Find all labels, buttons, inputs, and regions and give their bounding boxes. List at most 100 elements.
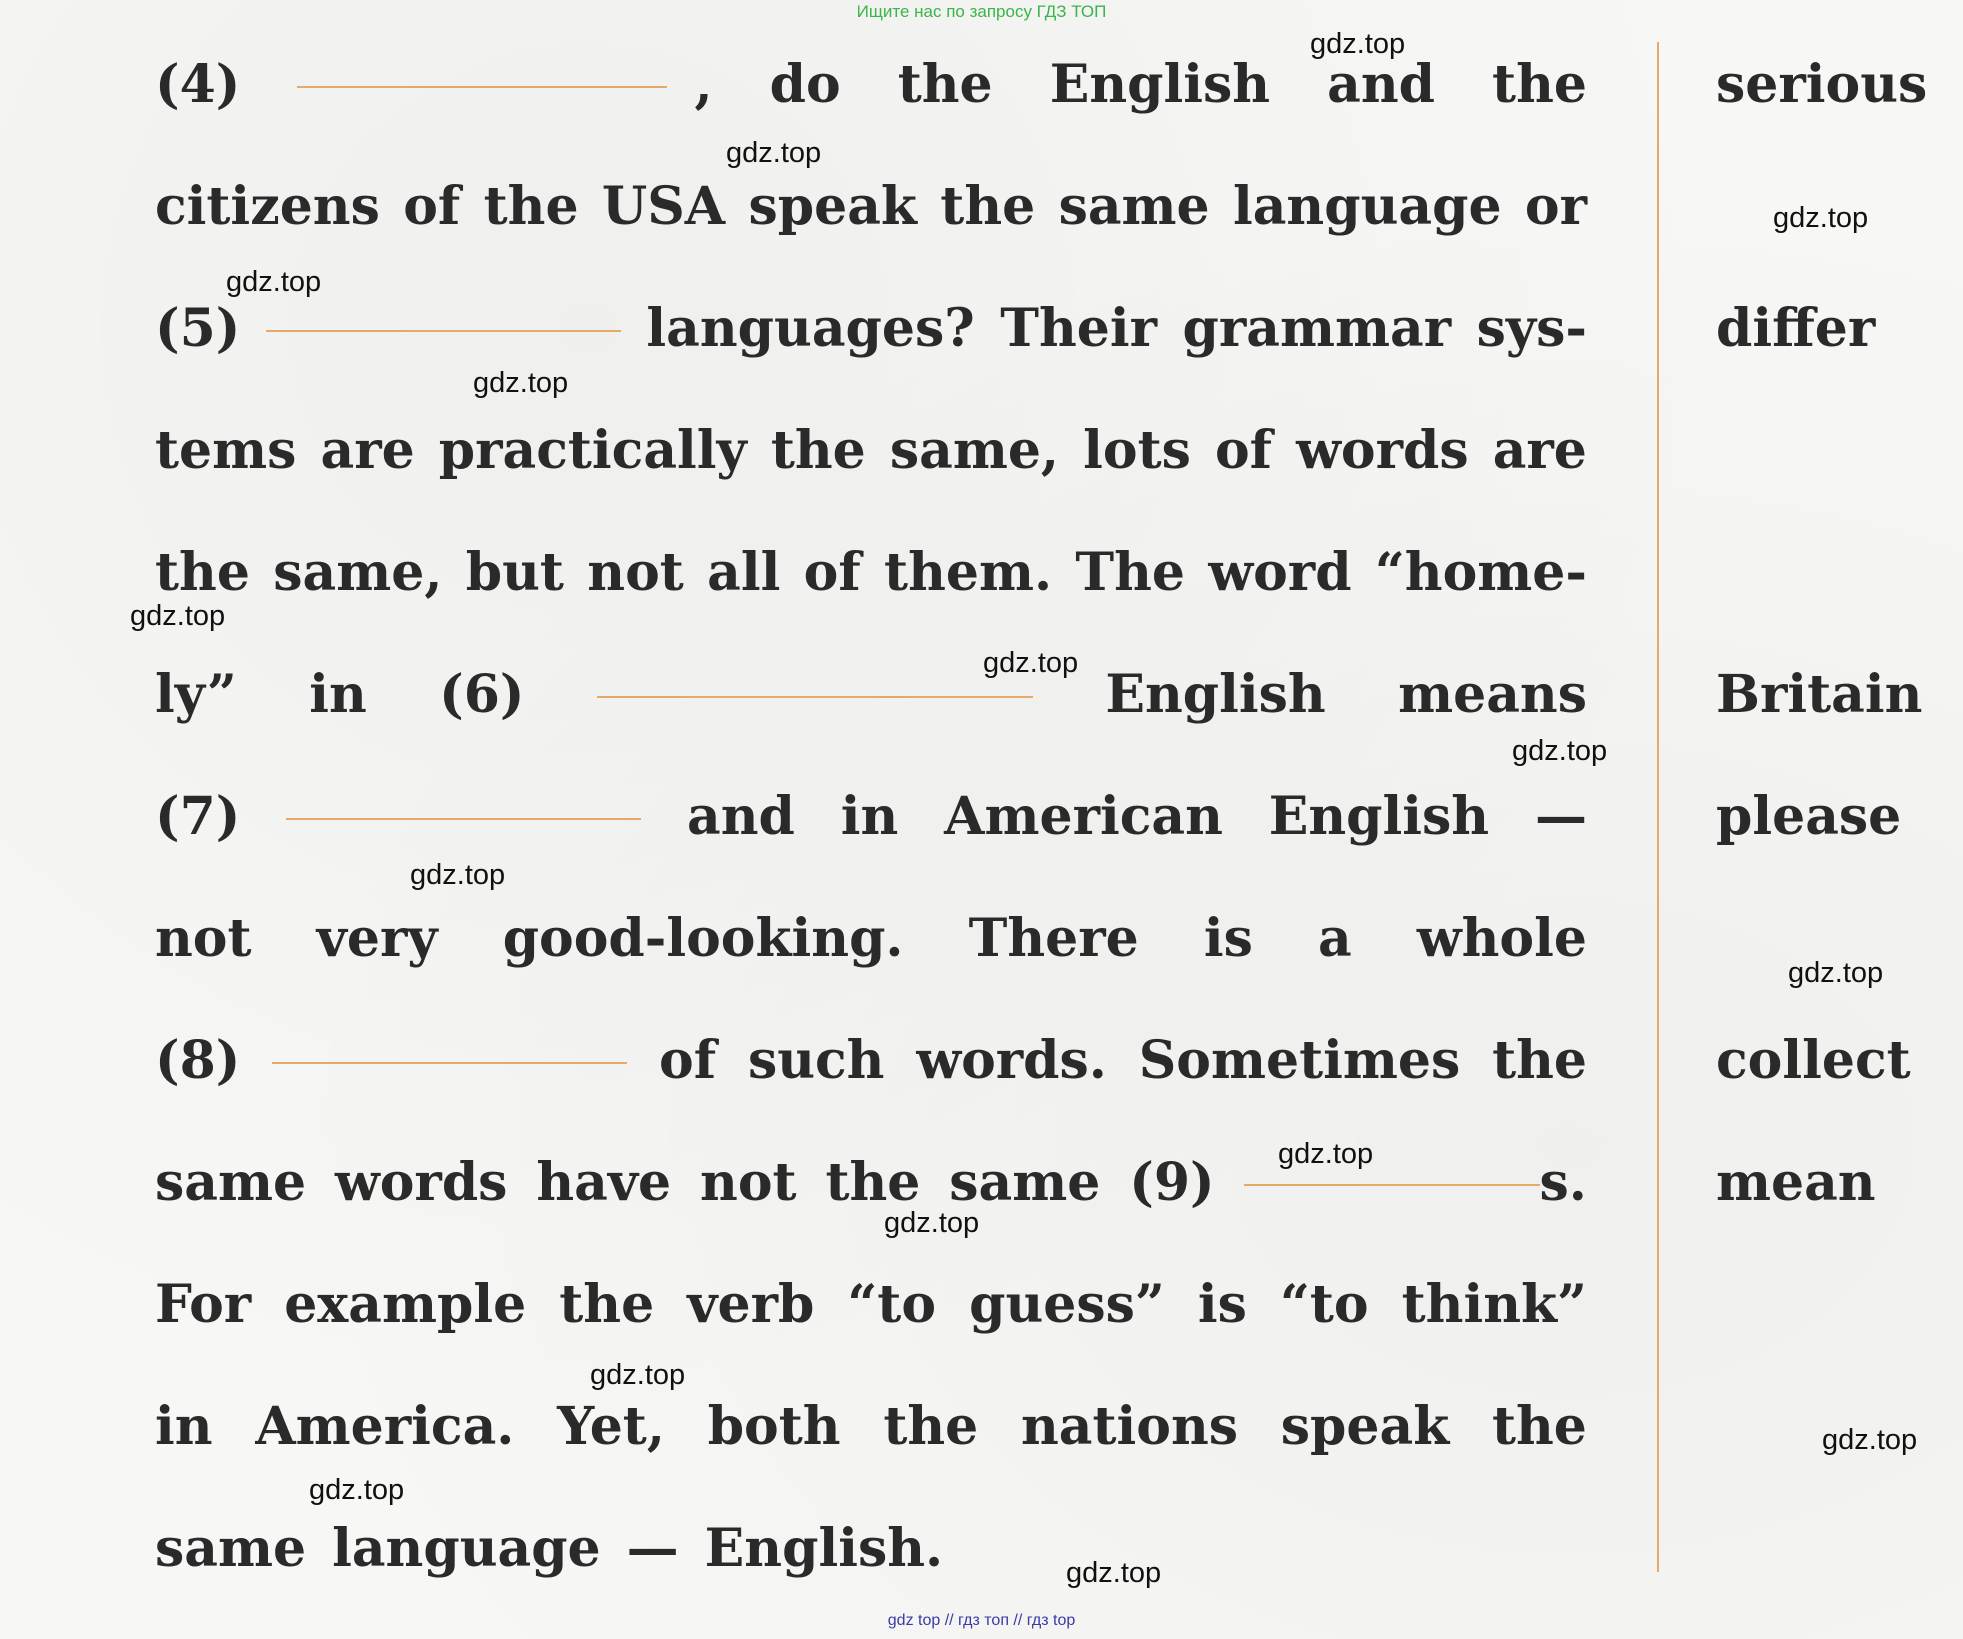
header-note[interactable]: Ищите нас по запросу ГДЗ ТОП: [0, 2, 1963, 22]
word: is: [1197, 1274, 1247, 1335]
word: same: [155, 1152, 307, 1213]
word: of: [659, 1030, 717, 1091]
answer-blank-7[interactable]: [286, 818, 642, 820]
hint-word: Britain: [1716, 664, 1923, 725]
footer-note[interactable]: gdz top // гдз топ // гдз top: [0, 1612, 1963, 1630]
word: For: [155, 1274, 252, 1335]
watermark-text: gdz.top: [1773, 202, 1869, 234]
watermark-text: gdz.top: [1788, 957, 1884, 989]
word: the: [155, 542, 250, 603]
plural-suffix: s.: [1539, 1152, 1587, 1213]
word: whole: [1416, 908, 1587, 969]
word: and: [687, 786, 795, 847]
word: language: [1232, 176, 1502, 237]
word: or: [1524, 176, 1587, 237]
word: English: [1105, 664, 1326, 725]
word: a: [1318, 908, 1352, 969]
word: same: [1058, 176, 1210, 237]
word: the: [483, 176, 579, 237]
word: not: [587, 542, 684, 603]
word: lots: [1083, 420, 1191, 481]
watermark-text: gdz.top: [726, 137, 822, 169]
watermark-text: gdz.top: [410, 859, 506, 891]
answer-blank-4[interactable]: [297, 86, 668, 88]
text-line: not very good-looking. There is a whole: [155, 909, 1587, 969]
word: tems: [155, 420, 297, 481]
column-divider: [1657, 42, 1659, 1572]
watermark-text: gdz.top: [884, 1207, 980, 1239]
text-line: (8) of such words. Sometimes the: [155, 1031, 1587, 1091]
word: example: [284, 1274, 527, 1335]
word: There: [968, 908, 1139, 969]
answer-blank-6[interactable]: [596, 696, 1033, 698]
word: not: [700, 1152, 797, 1213]
word: “to: [1279, 1274, 1369, 1335]
word: of: [403, 176, 461, 237]
word: of: [1214, 420, 1273, 481]
word: (5): [155, 298, 241, 359]
word: all: [707, 542, 781, 603]
word: means: [1398, 664, 1587, 725]
watermark-text: gdz.top: [1066, 1557, 1162, 1589]
word: in: [155, 1396, 213, 1457]
word: verb: [687, 1274, 815, 1335]
hint-word: please: [1716, 786, 1902, 847]
answer-blank-5[interactable]: [265, 330, 621, 332]
word: very: [316, 908, 438, 969]
word: Sometimes: [1138, 1030, 1461, 1091]
word: sys-: [1476, 298, 1587, 359]
word: do: [769, 54, 841, 115]
text-line: tems are practically the same, lots of w…: [155, 421, 1587, 481]
word: speak: [1280, 1396, 1450, 1457]
text-line: same language — English.: [155, 1519, 1587, 1579]
word: (8): [155, 1030, 241, 1091]
word: practically: [438, 420, 747, 481]
word: guess”: [969, 1274, 1165, 1335]
word: the: [559, 1274, 655, 1335]
word: speak: [748, 176, 917, 237]
word: ,: [694, 54, 713, 115]
watermark-text: gdz.top: [1278, 1138, 1374, 1170]
text-line: For example the verb “to guess” is “to t…: [155, 1275, 1587, 1335]
word: language: [332, 1518, 601, 1579]
word: grammar: [1182, 298, 1452, 359]
answer-blank-9[interactable]: [1243, 1184, 1540, 1186]
hint-word: serious: [1716, 54, 1928, 115]
word: the: [770, 420, 866, 481]
word: “home-: [1374, 542, 1587, 603]
watermark-text: gdz.top: [1822, 1424, 1918, 1456]
word: not: [155, 908, 252, 969]
word: (4): [155, 54, 241, 115]
word: words.: [916, 1030, 1107, 1091]
word: in: [309, 664, 367, 725]
watermark-text: gdz.top: [226, 266, 322, 298]
word: words: [334, 1152, 508, 1213]
word: the: [897, 54, 993, 115]
watermark-text: gdz.top: [1512, 735, 1608, 767]
text-line: ly” in (6) English means: [155, 665, 1587, 725]
watermark-text: gdz.top: [130, 600, 226, 632]
watermark-text: gdz.top: [1310, 28, 1406, 60]
watermark-text: gdz.top: [590, 1359, 686, 1391]
word: (6): [439, 664, 525, 725]
text-line: (7) and in American English —: [155, 787, 1587, 847]
word: but: [465, 542, 564, 603]
word: American: [944, 786, 1223, 847]
watermark-text: gdz.top: [309, 1474, 405, 1506]
word: such: [747, 1030, 885, 1091]
word: —: [626, 1518, 679, 1579]
word: The: [1075, 542, 1186, 603]
word: Their: [1000, 298, 1157, 359]
word: have: [536, 1152, 672, 1213]
text-line: citizens of the USA speak the same langu…: [155, 177, 1587, 237]
word: ly”: [155, 664, 237, 725]
watermark-text: gdz.top: [473, 367, 569, 399]
text-line: (5) languages? Their grammar sys-: [155, 299, 1587, 359]
word: same,: [273, 542, 443, 603]
word: of: [803, 542, 861, 603]
answer-blank-8[interactable]: [272, 1062, 628, 1064]
word: and: [1327, 54, 1435, 115]
text-line: in America. Yet, both the nations speak …: [155, 1397, 1587, 1457]
hint-word: mean: [1716, 1152, 1876, 1213]
word: USA: [601, 176, 726, 237]
